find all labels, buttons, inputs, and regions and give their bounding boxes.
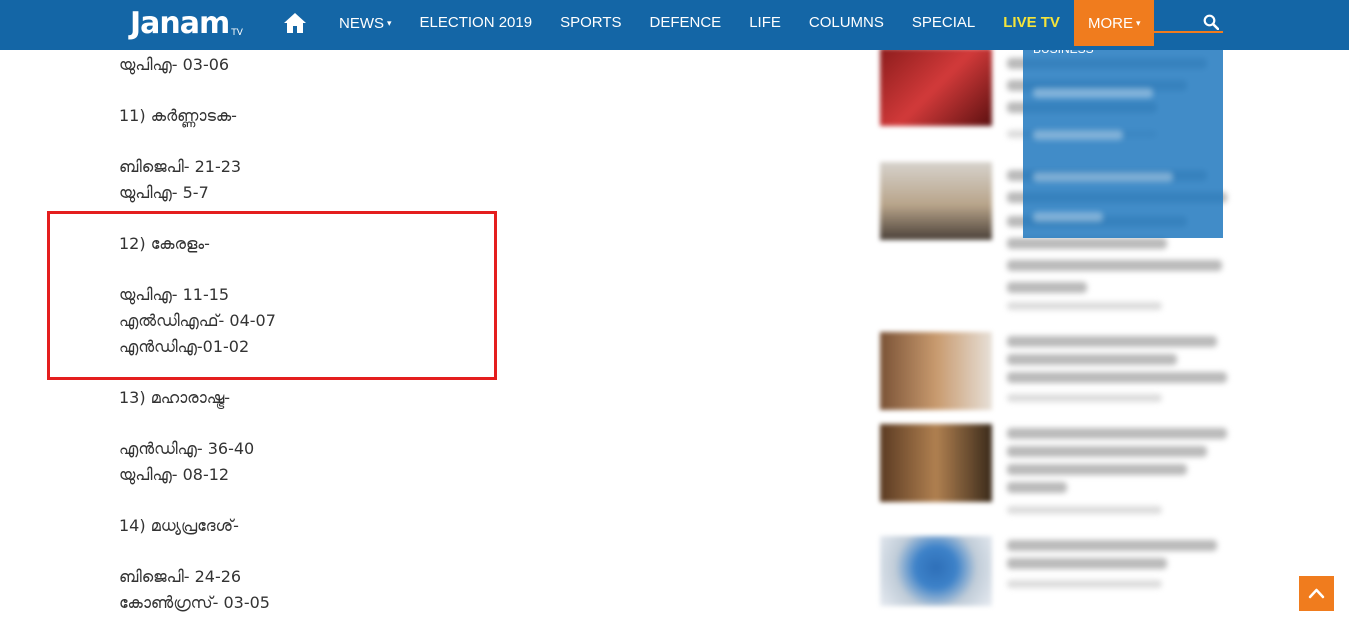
article-line: 11) കർണ്ണാടക- bbox=[119, 106, 237, 125]
story-thumbnail[interactable] bbox=[880, 536, 992, 606]
article-line: എൻഡിഎ- 36-40 bbox=[119, 439, 255, 458]
story-thumbnail[interactable] bbox=[880, 48, 992, 126]
more-dropdown-menu[interactable]: BUSINESS bbox=[1023, 38, 1223, 238]
menu-label: NEWS bbox=[339, 15, 384, 32]
chevron-down-icon: ▾ bbox=[387, 18, 392, 28]
article-line: 13) മഹാരാഷ്ട്ര- bbox=[119, 388, 231, 407]
story-meta bbox=[1007, 302, 1162, 310]
story-title[interactable] bbox=[1007, 540, 1217, 551]
menu-item-election-2019[interactable]: ELECTION 2019 bbox=[406, 0, 547, 46]
dropdown-item[interactable] bbox=[1033, 212, 1103, 222]
menu-item-news[interactable]: NEWS ▾ bbox=[325, 0, 406, 46]
home-icon[interactable] bbox=[283, 12, 307, 34]
menu-label: COLUMNS bbox=[808, 14, 884, 31]
main-menu: NEWS ▾ ELECTION 2019 SPORTS DEFENCE LIFE … bbox=[325, 0, 1155, 46]
story-meta bbox=[1007, 506, 1162, 514]
article-line: യുപിഎ- 03-06 bbox=[119, 55, 230, 74]
story-title[interactable] bbox=[1007, 428, 1227, 439]
dropdown-item[interactable] bbox=[1033, 172, 1173, 182]
menu-label: MORE bbox=[1087, 15, 1133, 32]
menu-item-special[interactable]: SPECIAL bbox=[898, 0, 989, 46]
menu-label: LIFE bbox=[749, 14, 781, 31]
article-line: ബിജെപി- 24-26 bbox=[119, 567, 242, 586]
story-meta bbox=[1007, 580, 1162, 588]
article-line: ബിജെപി- 21-23 bbox=[119, 157, 242, 176]
story-title[interactable] bbox=[1007, 372, 1227, 383]
scroll-to-top-button[interactable] bbox=[1299, 576, 1334, 611]
menu-item-columns[interactable]: COLUMNS bbox=[795, 0, 898, 46]
menu-item-live-tv[interactable]: LIVE TV bbox=[989, 0, 1074, 46]
logo-sub: TV bbox=[231, 28, 243, 38]
dropdown-item[interactable] bbox=[1033, 130, 1123, 140]
article-line: 14) മധ്യപ്രദേശ്- bbox=[119, 516, 239, 535]
top-navbar: Janam TV NEWS ▾ ELECTION 2019 SPORTS DEFEN… bbox=[0, 0, 1349, 50]
story-title[interactable] bbox=[1007, 464, 1187, 475]
menu-item-defence[interactable]: DEFENCE bbox=[636, 0, 736, 46]
menu-item-more[interactable]: MORE ▾ bbox=[1073, 0, 1155, 46]
story-thumbnail[interactable] bbox=[880, 332, 992, 410]
story-title[interactable] bbox=[1007, 482, 1067, 493]
menu-label: ELECTION 2019 bbox=[419, 14, 533, 31]
menu-item-sports[interactable]: SPORTS bbox=[546, 0, 635, 46]
story-title[interactable] bbox=[1007, 446, 1207, 457]
article-line: യുപിഎ- 08-12 bbox=[119, 465, 230, 484]
menu-item-life[interactable]: LIFE bbox=[735, 0, 795, 46]
dropdown-item[interactable] bbox=[1033, 88, 1153, 98]
story-title[interactable] bbox=[1007, 238, 1167, 249]
chevron-down-icon: ▾ bbox=[1135, 18, 1141, 28]
search-input[interactable] bbox=[1100, 31, 1223, 33]
story-title[interactable] bbox=[1007, 336, 1217, 347]
article-line: കോൺഗ്രസ്- 03-05 bbox=[119, 593, 270, 612]
highlight-annotation-box bbox=[47, 211, 497, 380]
story-title[interactable] bbox=[1007, 260, 1222, 271]
menu-label: SPORTS bbox=[560, 14, 622, 31]
menu-label: SPECIAL bbox=[911, 14, 976, 31]
story-title[interactable] bbox=[1007, 282, 1087, 293]
logo-text: Janam bbox=[130, 6, 230, 41]
story-title[interactable] bbox=[1007, 558, 1167, 569]
search-icon[interactable] bbox=[1203, 14, 1219, 30]
site-logo[interactable]: Janam TV bbox=[130, 4, 243, 44]
story-meta bbox=[1007, 394, 1162, 402]
story-thumbnail[interactable] bbox=[880, 162, 992, 240]
menu-label: LIVE TV bbox=[1003, 14, 1060, 31]
chevron-up-icon bbox=[1308, 588, 1325, 599]
menu-label: DEFENCE bbox=[649, 14, 722, 31]
article-line: യുപിഎ- 5-7 bbox=[119, 183, 209, 202]
story-thumbnail[interactable] bbox=[880, 424, 992, 502]
story-title[interactable] bbox=[1007, 354, 1177, 365]
